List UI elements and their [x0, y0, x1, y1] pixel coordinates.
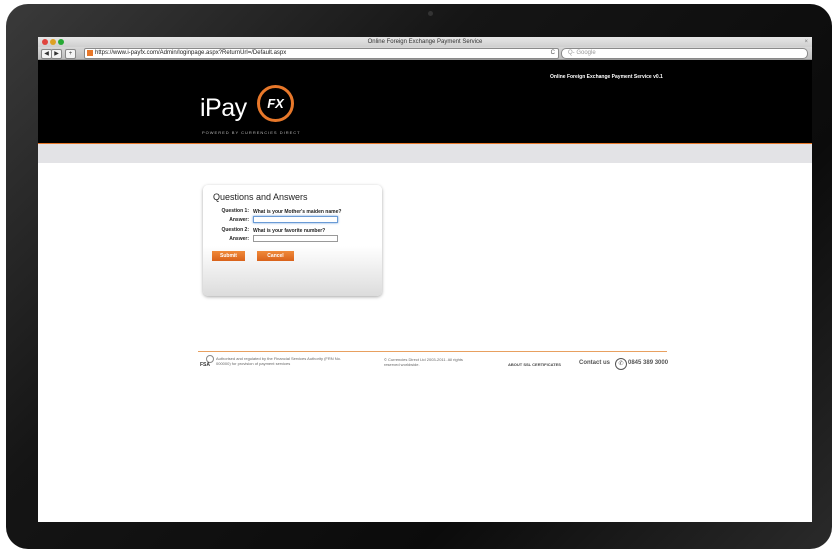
- fsa-label: FSA: [200, 362, 210, 368]
- answer2-input[interactable]: [253, 235, 338, 242]
- nav-band: [38, 144, 812, 163]
- submit-button[interactable]: Submit: [212, 251, 245, 261]
- panel-title: Questions and Answers: [213, 192, 308, 202]
- window-title: Online Foreign Exchange Payment Service: [367, 39, 483, 45]
- regulation-text: Authorised and regulated by the Financia…: [216, 356, 341, 366]
- reload-icon[interactable]: C: [551, 49, 555, 58]
- contact-us-label: Contact us: [579, 360, 611, 366]
- fx-logo-badge: FX: [257, 85, 294, 122]
- search-placeholder: Q- Google: [568, 50, 596, 56]
- browser-screen: Online Foreign Exchange Payment Service …: [38, 37, 812, 522]
- ssl-certificates-link[interactable]: ABOUT SSL CERTIFICATES: [508, 362, 561, 367]
- site-header: [38, 60, 812, 143]
- copyright-text: © Currencies Direct Ltd 2003-2011. All r…: [384, 357, 463, 367]
- window-titlebar: Online Foreign Exchange Payment Service …: [38, 37, 812, 47]
- camera-dot: [428, 11, 433, 16]
- url-text: https://www.i-payfx.com/Admin/loginpage.…: [95, 50, 287, 56]
- ipay-logo-text: iPay: [200, 94, 247, 122]
- cancel-button[interactable]: Cancel: [257, 251, 294, 261]
- logo-tagline: POWERED BY CURRENCIES DIRECT: [202, 130, 301, 135]
- footer-divider: [198, 351, 667, 352]
- question1-text: What is your Mother's maiden name?: [253, 209, 342, 215]
- forward-button[interactable]: ▶: [51, 49, 62, 59]
- answer2-label: Answer:: [229, 236, 249, 242]
- address-bar[interactable]: https://www.i-payfx.com/Admin/loginpage.…: [84, 48, 559, 59]
- question2-text: What is your favorite number?: [253, 228, 326, 234]
- question1-label: Question 1:: [221, 208, 249, 214]
- site-favicon-icon: [87, 50, 93, 56]
- phone-number: 0845 389 3000: [628, 360, 669, 366]
- search-field[interactable]: Q- Google: [561, 48, 808, 59]
- answer1-label: Answer:: [229, 217, 249, 223]
- resize-icon[interactable]: ×: [804, 37, 808, 47]
- phone-icon: ✆: [615, 358, 627, 370]
- add-bookmark-button[interactable]: +: [65, 49, 76, 59]
- browser-toolbar: ◀ ▶ + https://www.i-payfx.com/Admin/logi…: [38, 47, 812, 60]
- service-title: Online Foreign Exchange Payment Service …: [550, 74, 663, 80]
- question2-label: Question 2:: [221, 227, 249, 233]
- answer1-input[interactable]: [253, 216, 338, 223]
- questions-panel: Questions and Answers Question 1: What i…: [203, 185, 382, 296]
